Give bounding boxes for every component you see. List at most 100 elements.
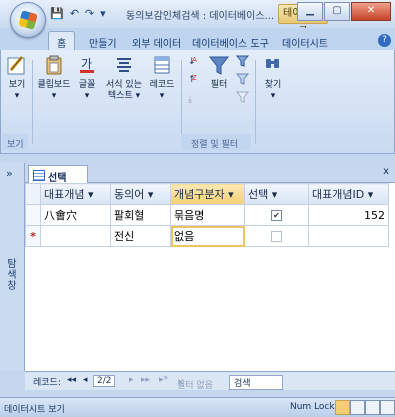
last-record-button[interactable]: ▸▸	[141, 375, 150, 385]
ribbon-separator	[181, 60, 182, 144]
column-header-daepyo[interactable]: 대표개념 ▾	[40, 183, 111, 205]
table-row[interactable]: 八會穴 팔회혈 묶음명 ✔ 152	[25, 204, 389, 226]
datasheet-grid: 대표개념 ▾ 동의어 ▾ 개념구분자 ▾ 선택 ▾ 대표개념ID ▾ 八會穴 팔…	[25, 183, 389, 247]
window-controls: ▁ ▢ ✕	[296, 2, 391, 21]
group-label-views: 보기	[7, 140, 24, 150]
cell-concept-id[interactable]	[308, 225, 389, 247]
records-button[interactable]: 레코드 ▾	[147, 54, 177, 102]
record-selector[interactable]	[25, 204, 41, 226]
svg-text:Z: Z	[192, 74, 197, 82]
cell-daepyo[interactable]: 八會穴	[40, 204, 111, 226]
view-button[interactable]: 보기 ▾	[5, 54, 29, 102]
records-icon	[153, 54, 171, 76]
records-dropdown: ▾	[159, 91, 165, 101]
font-dropdown: ▾	[84, 91, 90, 101]
record-navigation-bar: 레코드: ◂◂ ◂ 2/2 ▸ ▸▸ ▸* ✕ 필터 없음 검색	[25, 371, 395, 391]
document-tab-bar: 선택 x	[25, 163, 395, 184]
record-label: 레코드:	[33, 378, 61, 388]
clipboard-button[interactable]: 클립보드 ▾	[35, 54, 73, 102]
ribbon-tabs: 홈 만들기 외부 데이터 데이터베이스 도구 데이터시트 ?	[0, 28, 395, 53]
status-view-name: 데이터시트 보기	[4, 405, 65, 415]
next-record-button[interactable]: ▸	[129, 375, 134, 385]
tab-datasheet[interactable]: 데이터시트	[282, 35, 328, 50]
window-title: 동의보감인체검색 : 데이터베이스...	[126, 11, 275, 22]
column-header-concept-id[interactable]: 대표개념ID ▾	[308, 183, 389, 205]
column-header-synonym[interactable]: 동의어 ▾	[110, 183, 171, 205]
navigation-pane[interactable]: » 탐색 창	[0, 163, 25, 371]
pivot-table-view-icon[interactable]	[350, 400, 365, 415]
filter-button[interactable]: 필터	[203, 54, 235, 91]
clipboard-icon	[45, 54, 63, 76]
close-button[interactable]: ✕	[351, 2, 391, 21]
first-record-button[interactable]: ◂◂	[67, 375, 76, 385]
access-window: 💾 ↶ ↷ ▾ 동의보감인체검색 : 데이터베이스... 테이블 도구 ▁ ▢ …	[0, 0, 395, 417]
cell-concept-type-focused[interactable]: 없음	[170, 225, 245, 247]
quick-access-toolbar: 💾 ↶ ↷ ▾	[50, 7, 106, 20]
checkbox-unchecked[interactable]	[271, 231, 282, 242]
view-icon	[7, 54, 27, 76]
pivot-chart-view-icon[interactable]	[365, 400, 380, 415]
column-header-select[interactable]: 선택 ▾	[244, 183, 309, 205]
status-bar: 데이터시트 보기 Num Lock	[0, 397, 395, 417]
current-record-input[interactable]: 2/2	[93, 375, 116, 387]
table-icon	[33, 170, 45, 181]
new-record-marker[interactable]: *	[25, 225, 41, 247]
clipboard-dropdown: ▾	[51, 91, 57, 101]
datasheet-view-icon[interactable]	[335, 400, 350, 415]
help-icon[interactable]: ?	[378, 34, 391, 47]
qat-customize-icon[interactable]: ▾	[100, 7, 106, 20]
cell-daepyo[interactable]	[40, 225, 111, 247]
checkbox-checked[interactable]: ✔	[271, 210, 282, 221]
select-all-cell[interactable]	[25, 183, 41, 205]
richtext-button[interactable]: 서식 있는 텍스트 ▾	[103, 54, 145, 102]
richtext-label-2: 텍스트 ▾	[107, 91, 141, 101]
font-label: 글꼴	[78, 80, 96, 90]
view-button-label: 보기	[8, 80, 26, 90]
table-row-new[interactable]: * 전신 없음	[25, 225, 389, 247]
find-dropdown: ▾	[270, 91, 276, 101]
close-document-icon[interactable]: x	[383, 166, 389, 177]
save-icon[interactable]: 💾	[50, 7, 64, 20]
prev-record-button[interactable]: ◂	[83, 375, 88, 385]
tab-database-tools[interactable]: 데이터베이스 도구	[192, 35, 269, 50]
font-icon: 가	[78, 54, 96, 76]
svg-text:⤓: ⤓	[188, 95, 192, 105]
column-header-concept-type[interactable]: 개념구분자 ▾	[170, 183, 245, 205]
find-button[interactable]: 찾기 ▾	[260, 54, 286, 102]
new-record-button[interactable]: ▸*	[159, 375, 168, 385]
office-logo-icon	[18, 10, 38, 30]
tab-create[interactable]: 만들기	[89, 35, 117, 50]
datasheet-empty-area	[25, 247, 395, 372]
ribbon-separator	[32, 60, 33, 144]
view-button-dropdown: ▾	[14, 91, 20, 101]
filter-icon	[208, 54, 230, 76]
ribbon: 보기 ▾ 클립보드 ▾ 가 글꼴 ▾ 서식 있는 텍스트 ▾ 레코드 ▾ ↓ A…	[0, 50, 395, 154]
office-button[interactable]	[10, 2, 46, 38]
nav-pane-label: 탐색 창	[7, 259, 17, 292]
font-button[interactable]: 가 글꼴 ▾	[75, 54, 99, 102]
sort-ascending-button[interactable]: ↓ A ↑ Z ⤓	[187, 54, 201, 118]
cell-synonym[interactable]: 전신	[110, 225, 171, 247]
richtext-icon	[115, 54, 133, 76]
filter-options[interactable]	[235, 54, 251, 118]
doc-tab-selection[interactable]: 선택	[28, 165, 88, 184]
cell-select[interactable]	[244, 225, 309, 247]
undo-icon[interactable]: ↶	[70, 7, 79, 20]
cell-synonym[interactable]: 팔회혈	[110, 204, 171, 226]
doc-tab-label: 선택	[48, 173, 67, 184]
status-numlock: Num Lock	[290, 402, 335, 412]
cell-select[interactable]: ✔	[244, 204, 309, 226]
records-label: 레코드	[149, 80, 175, 90]
cell-concept-id[interactable]: 152	[308, 204, 389, 226]
cell-concept-type[interactable]: 묶음명	[170, 204, 245, 226]
design-view-icon[interactable]	[380, 400, 395, 415]
clipboard-label: 클립보드	[37, 80, 71, 90]
search-input[interactable]: 검색	[229, 375, 283, 390]
nav-pane-expand-icon[interactable]: »	[6, 167, 13, 180]
minimize-button[interactable]: ▁	[297, 2, 323, 21]
tab-external-data[interactable]: 외부 데이터	[132, 35, 181, 50]
filter-label: 필터	[210, 80, 228, 90]
maximize-button[interactable]: ▢	[324, 2, 350, 21]
redo-icon[interactable]: ↷	[85, 7, 94, 20]
title-bar: 💾 ↶ ↷ ▾ 동의보감인체검색 : 데이터베이스... 테이블 도구 ▁ ▢ …	[0, 0, 395, 37]
